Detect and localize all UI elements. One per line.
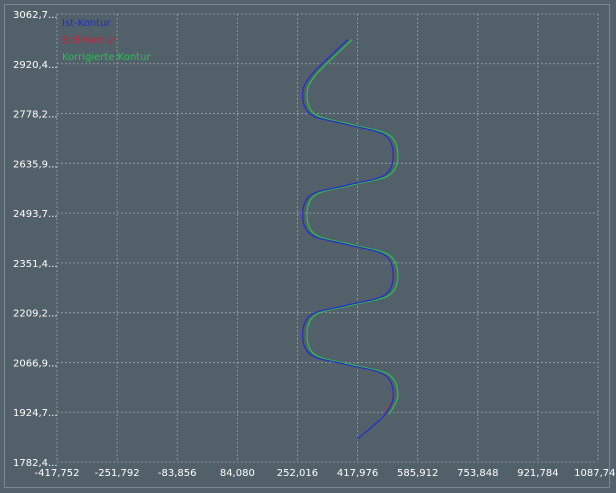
x-tick-label: 417,976 (337, 468, 378, 479)
x-tick-label: -417,752 (35, 468, 80, 479)
legend-entry: Soll-Kontur (62, 35, 117, 46)
legend-entry: Ist-Kontur (62, 18, 111, 29)
x-tick-label: 921,784 (517, 468, 558, 479)
y-tick-label: 2351,4... (13, 259, 58, 270)
y-tick-label: 2493,7... (13, 209, 58, 220)
y-tick-label: 1782,4... (13, 458, 58, 469)
x-tick-label: 1087,744 (574, 468, 616, 479)
x-tick-label: 585,912 (397, 468, 438, 479)
y-tick-label: 2066,9... (13, 358, 58, 369)
y-tick-label: 3062,7... (13, 10, 58, 21)
x-tick-label: -83,856 (158, 468, 197, 479)
grid-lines (56, 13, 599, 463)
legend-entry: Korrigierte Kontur (62, 52, 151, 63)
y-tick-labels: 3062,7... 2920,4... 2778,2... 2635,9... 2493… (13, 10, 58, 469)
series-line-soll-kontur (302, 38, 394, 416)
x-tick-label: 84,080 (220, 468, 255, 479)
y-tick-label: 2778,2... (13, 110, 58, 121)
x-tick-label: -251,792 (95, 468, 140, 479)
x-tick-label: 753,848 (457, 468, 498, 479)
y-tick-label: 2635,9... (13, 159, 58, 170)
series-lines (302, 38, 399, 440)
line-chart: -417,752 -251,792 -83,856 84,080 252,016 417,… (13, 10, 616, 479)
y-tick-label: 2920,4... (13, 60, 58, 71)
y-tick-label: 1924,7... (13, 408, 58, 419)
x-tick-labels: -417,752 -251,792 -83,856 84,080 252,016 417,… (35, 468, 616, 479)
chart-window: -417,752 -251,792 -83,856 84,080 252,016 417,… (0, 0, 616, 493)
series-line-ist-kontur (302, 38, 394, 440)
y-tick-label: 2209,2... (13, 309, 58, 320)
x-tick-label: 252,016 (277, 468, 318, 479)
legend: Ist-Kontur Soll-Kontur Korrigierte Kontur (62, 18, 151, 63)
